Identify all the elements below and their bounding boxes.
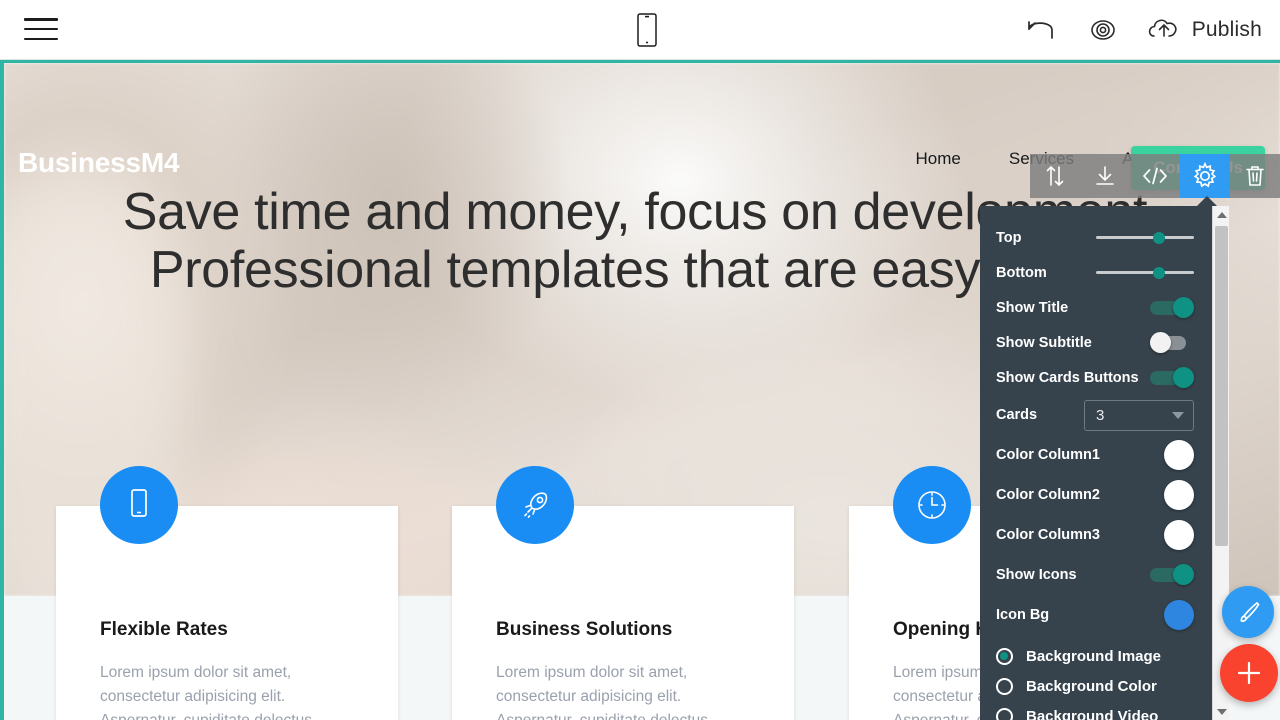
setting-row-show-title[interactable]: Show Title [980, 290, 1212, 325]
setting-label: Top [996, 229, 1022, 246]
setting-row-color-column1[interactable]: Color Column1 [980, 435, 1212, 475]
editor-topbar: Publish [0, 0, 1280, 60]
site-brand[interactable]: BusinessM4 [18, 147, 180, 179]
undo-arrow-icon[interactable] [1021, 10, 1061, 50]
eye-preview-icon[interactable] [1083, 10, 1123, 50]
mobile-device-icon[interactable] [633, 10, 661, 50]
publish-button[interactable]: Publish [1145, 14, 1262, 47]
show-icons-toggle[interactable] [1150, 564, 1194, 585]
radio-button[interactable] [996, 677, 1013, 695]
block-settings-panel[interactable]: Top Bottom Show Title Show Subtitle Show… [980, 206, 1212, 720]
setting-label: Show Title [996, 299, 1069, 316]
bg-option-background-video[interactable]: Background Video [980, 701, 1212, 720]
icon-bg-swatch[interactable] [1164, 600, 1194, 630]
code-brackets-icon[interactable] [1130, 154, 1180, 198]
toggle-knob [1173, 366, 1194, 388]
top-padding-slider[interactable] [1096, 230, 1194, 246]
card-title: Flexible Rates [100, 619, 228, 640]
setting-row-bottom[interactable]: Bottom [980, 255, 1212, 290]
setting-label: Bottom [996, 264, 1047, 281]
gear-icon[interactable] [1180, 154, 1230, 198]
color-column2-swatch[interactable] [1164, 480, 1194, 510]
radio-button[interactable] [996, 647, 1013, 665]
settings-panel-scrollbar[interactable] [1212, 206, 1229, 720]
style-fab[interactable] [1222, 586, 1274, 638]
bg-option-background-image[interactable]: Background Image [980, 641, 1212, 671]
setting-row-color-column3[interactable]: Color Column3 [980, 515, 1212, 555]
setting-row-show-cards-buttons[interactable]: Show Cards Buttons [980, 360, 1212, 395]
color-column1-swatch[interactable] [1164, 440, 1194, 470]
cards-count-value: 3 [1096, 406, 1105, 424]
cards-count-select[interactable]: 3 [1084, 399, 1194, 431]
clock-icon [893, 466, 971, 544]
card-title: Business Solutions [496, 619, 673, 640]
show-title-toggle[interactable] [1150, 296, 1194, 318]
setting-label: Show Subtitle [996, 334, 1092, 351]
card-flexible-rates[interactable]: Flexible Rates Lorem ipsum dolor sit ame… [56, 466, 398, 720]
hamburger-bar [24, 37, 58, 40]
bg-option-background-color[interactable]: Background Color [980, 671, 1212, 701]
hamburger-bar [24, 27, 58, 31]
cloud-upload-icon [1145, 14, 1183, 47]
show-cards-buttons-toggle[interactable] [1150, 366, 1194, 388]
up-down-arrows-icon[interactable] [1030, 154, 1080, 198]
topbar-actions: Publish [1021, 0, 1262, 60]
setting-label: Color Column2 [996, 487, 1100, 503]
scrollbar-thumb[interactable] [1215, 226, 1228, 546]
publish-label: Publish [1191, 18, 1262, 41]
color-column3-swatch[interactable] [1164, 520, 1194, 550]
slider-thumb[interactable] [1152, 231, 1165, 244]
toggle-knob [1150, 331, 1171, 353]
bg-option-label: Background Video [1026, 707, 1159, 720]
chevron-down-icon [1172, 411, 1184, 419]
mobile-phone-icon [100, 466, 178, 544]
slider-track [1096, 271, 1194, 274]
setting-label: Color Column3 [996, 527, 1100, 543]
nav-link-home[interactable]: Home [916, 149, 961, 169]
setting-label: Icon Bg [996, 607, 1050, 623]
setting-row-color-column2[interactable]: Color Column2 [980, 475, 1212, 515]
setting-label: Cards [996, 407, 1038, 423]
setting-row-top[interactable]: Top [980, 220, 1212, 255]
rocket-icon [496, 466, 574, 544]
toggle-knob [1173, 564, 1194, 585]
show-subtitle-toggle[interactable] [1150, 331, 1194, 353]
setting-label: Show Cards Buttons [996, 369, 1139, 386]
scroll-up-icon[interactable] [1213, 206, 1230, 223]
setting-row-icon-bg[interactable]: Icon Bg [980, 595, 1212, 635]
bg-option-label: Background Color [1026, 677, 1157, 695]
card-business-solutions[interactable]: Business Solutions Lorem ipsum dolor sit… [452, 466, 794, 720]
setting-label: Color Column1 [996, 447, 1100, 463]
setting-label: Show Icons [996, 567, 1077, 583]
hamburger-menu-icon[interactable] [24, 14, 58, 44]
slider-track [1096, 236, 1194, 239]
card-text: Lorem ipsum dolor sit amet, consectetur … [496, 664, 708, 720]
block-toolbar [1030, 154, 1280, 198]
scroll-down-icon[interactable] [1213, 703, 1230, 720]
setting-row-show-subtitle[interactable]: Show Subtitle [980, 325, 1212, 360]
setting-row-cards[interactable]: Cards 3 [980, 395, 1212, 435]
setting-row-show-icons[interactable]: Show Icons [980, 555, 1212, 595]
download-icon[interactable] [1080, 154, 1130, 198]
radio-button[interactable] [996, 707, 1013, 720]
slider-thumb[interactable] [1152, 266, 1165, 279]
add-block-fab[interactable] [1220, 644, 1278, 702]
toggle-knob [1173, 296, 1194, 318]
hamburger-bar [24, 18, 58, 21]
bottom-padding-slider[interactable] [1096, 265, 1194, 281]
trash-icon[interactable] [1230, 154, 1280, 198]
card-text: Lorem ipsum dolor sit amet, consectetur … [100, 664, 312, 720]
bg-option-label: Background Image [1026, 647, 1162, 665]
